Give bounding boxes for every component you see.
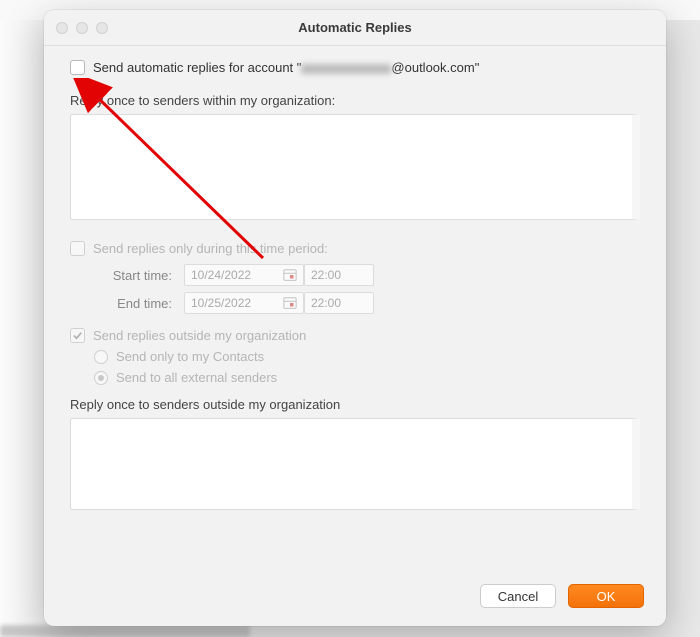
label-prefix: Send automatic replies for account " <box>93 60 301 75</box>
dialog-footer: Cancel OK <box>44 572 666 626</box>
automatic-replies-dialog: Automatic Replies Send automatic replies… <box>44 10 666 626</box>
outside-org-radio-group: Send only to my Contacts Send to all ext… <box>94 349 640 385</box>
internal-reply-textarea[interactable] <box>70 114 640 220</box>
start-date-value: 10/24/2022 <box>191 268 251 282</box>
radio-label-contacts: Send only to my Contacts <box>116 349 264 364</box>
background-sidebar <box>0 20 50 637</box>
time-period-grid: Start time: 10/24/2022 22:00 End time: 1… <box>94 264 640 314</box>
minimize-window-button[interactable] <box>76 22 88 34</box>
end-date-value: 10/25/2022 <box>191 296 251 310</box>
zoom-window-button[interactable] <box>96 22 108 34</box>
calendar-icon <box>283 268 297 282</box>
dialog-title: Automatic Replies <box>44 20 666 35</box>
window-controls <box>56 22 108 34</box>
external-reply-label: Reply once to senders outside my organiz… <box>70 397 640 412</box>
time-period-block: Send replies only during this time perio… <box>70 241 640 314</box>
end-time-field[interactable]: 22:00 <box>304 292 374 314</box>
cancel-button[interactable]: Cancel <box>480 584 556 608</box>
start-time-value: 22:00 <box>311 268 341 282</box>
start-time-label: Start time: <box>94 268 184 283</box>
radio-icon <box>94 350 108 364</box>
outside-org-label: Send replies outside my organization <box>93 328 306 343</box>
account-name-redacted <box>301 64 391 74</box>
send-automatic-replies-row: Send automatic replies for account " @out… <box>70 60 640 75</box>
radio-icon <box>94 371 108 385</box>
radio-label-all: Send to all external senders <box>116 370 277 385</box>
outside-org-checkbox[interactable] <box>70 328 85 343</box>
send-all-external-radio[interactable]: Send to all external senders <box>94 370 640 385</box>
check-icon <box>72 330 83 341</box>
time-period-checkbox[interactable] <box>70 241 85 256</box>
dialog-content: Send automatic replies for account " @out… <box>44 46 666 572</box>
send-automatic-replies-checkbox[interactable] <box>70 60 85 75</box>
send-automatic-replies-label: Send automatic replies for account " @out… <box>93 60 479 75</box>
titlebar: Automatic Replies <box>44 10 666 46</box>
time-period-label: Send replies only during this time perio… <box>93 241 328 256</box>
outside-org-block: Send replies outside my organization Sen… <box>70 328 640 385</box>
external-reply-textarea[interactable] <box>70 418 640 510</box>
label-suffix: @outlook.com" <box>391 60 479 75</box>
end-date-field[interactable]: 10/25/2022 <box>184 292 304 314</box>
end-time-label: End time: <box>94 296 184 311</box>
close-window-button[interactable] <box>56 22 68 34</box>
background-blur-text <box>0 625 250 637</box>
calendar-icon <box>283 296 297 310</box>
internal-reply-label: Reply once to senders within my organiza… <box>70 93 640 108</box>
send-only-contacts-radio[interactable]: Send only to my Contacts <box>94 349 640 364</box>
ok-button[interactable]: OK <box>568 584 644 608</box>
end-time-value: 22:00 <box>311 296 341 310</box>
start-time-field[interactable]: 22:00 <box>304 264 374 286</box>
start-date-field[interactable]: 10/24/2022 <box>184 264 304 286</box>
